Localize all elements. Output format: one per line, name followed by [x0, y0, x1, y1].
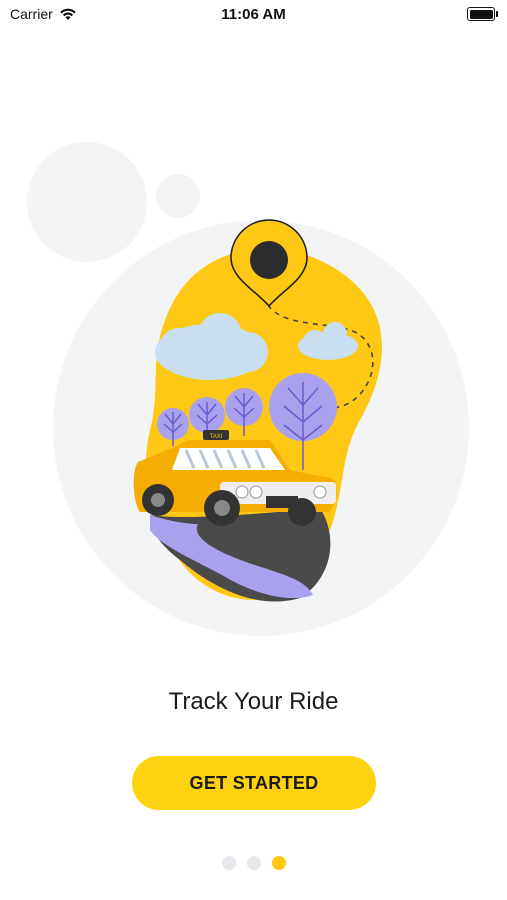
- background-bubble-medium: [27, 142, 147, 262]
- page-dot-1[interactable]: [221, 856, 236, 870]
- page-indicator: [0, 856, 507, 870]
- get-started-button[interactable]: GET STARTED: [132, 756, 376, 810]
- taxi-tracking-illustration: TAXI: [27, 142, 469, 636]
- page-dot-3-active[interactable]: [271, 856, 286, 870]
- page-dot-2[interactable]: [246, 856, 261, 870]
- background-bubble-small: [156, 174, 200, 218]
- svg-text:TAXI: TAXI: [210, 434, 223, 440]
- onboarding-title: Track Your Ride: [168, 688, 339, 715]
